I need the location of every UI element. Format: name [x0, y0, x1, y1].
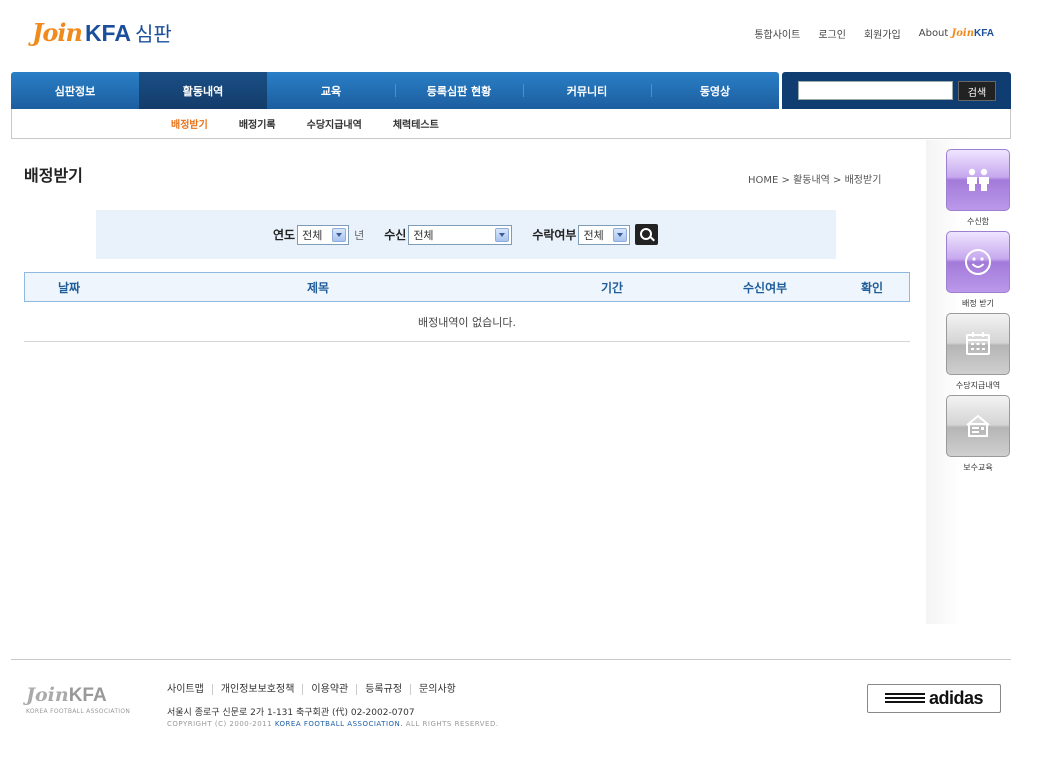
copyright-suffix: ALL RIGHTS RESERVED. [405, 720, 499, 728]
people-icon [967, 168, 989, 191]
logo-kfa-text: KFA [84, 20, 131, 46]
subnav-item-fitness-test[interactable]: 체력테스트 [393, 116, 439, 131]
copyright-prefix: COPYRIGHT (C) 2000-2011 [167, 720, 273, 728]
accept-label: 수락여부 [532, 228, 577, 242]
footer-logo-sub: KOREA FOOTBALL ASSOCIATION [26, 708, 131, 715]
about-link[interactable]: About JoinKFA [919, 28, 994, 39]
about-text: About [918, 28, 949, 39]
receive-select-value: 전체 [413, 228, 434, 242]
subnav-item-allowance-history[interactable]: 수당지급내역 [307, 116, 362, 131]
adidas-sponsor-logo[interactable]: adidas [867, 684, 1001, 713]
page-title: 배정받기 [24, 166, 83, 185]
about-kfa-text: KFA [974, 28, 994, 39]
quick-menu: 수신함 배정 받기 수당지급내역 보수교육 [926, 140, 1016, 624]
nav-item-referee-info[interactable]: 심판정보 [11, 72, 139, 109]
calendar-icon [966, 332, 990, 355]
footer-address: 서울시 종로구 신문로 2가 1-131 축구회관 (代) 02-2002-07… [167, 708, 415, 718]
column-date: 날짜 [58, 280, 81, 295]
smile-icon [965, 249, 991, 275]
footer-link-contact[interactable]: 문의사항 [410, 684, 464, 695]
table-header: 날짜 제목 기간 수신여부 확인 [24, 272, 910, 302]
quick-assignment-button[interactable] [946, 231, 1010, 293]
education-icon [966, 414, 990, 437]
search-button[interactable]: 검색 [958, 81, 996, 101]
column-confirm: 확인 [861, 280, 884, 295]
search-input[interactable] [798, 81, 953, 100]
column-period: 기간 [601, 280, 624, 295]
footer-link-sitemap[interactable]: 사이트맵 [167, 684, 212, 695]
quick-education-button[interactable] [946, 395, 1010, 457]
receive-label: 수신 [384, 228, 407, 242]
sub-navigation: 배정받기 배정기록 수당지급내역 체력테스트 [11, 109, 1011, 139]
copyright-org: KOREA FOOTBALL ASSOCIATION. [274, 720, 403, 728]
column-title: 제목 [307, 280, 330, 295]
footer-divider [11, 659, 1011, 660]
quick-education-label: 보수교육 [963, 463, 993, 472]
nav-item-registered-referees[interactable]: 등록심판 현황 [395, 72, 523, 109]
year-select-value: 전체 [302, 228, 323, 242]
receive-select[interactable]: 전체 [408, 224, 513, 245]
footer-copyright: COPYRIGHT (C) 2000-2011 KOREA FOOTBALL A… [167, 720, 499, 728]
footer-link-privacy[interactable]: 개인정보보호정책 [211, 684, 303, 695]
empty-table-message: 배정내역이 없습니다. [24, 302, 910, 342]
footer-link-terms[interactable]: 이용약관 [302, 684, 356, 695]
accept-select[interactable]: 전체 [578, 224, 631, 245]
year-label: 연도 [273, 228, 296, 242]
subnav-item-receive-assignment[interactable]: 배정받기 [171, 116, 208, 131]
chevron-down-icon [613, 227, 628, 242]
nav-item-activity[interactable]: 활동내역 [139, 72, 267, 109]
column-receive-status: 수신여부 [743, 280, 788, 295]
logo-join-text: Join [32, 18, 83, 47]
adidas-wordmark: adidas [928, 688, 984, 708]
nav-item-video[interactable]: 동영상 [651, 72, 779, 109]
about-join-text: Join [951, 28, 974, 39]
nav-item-education[interactable]: 교육 [267, 72, 395, 109]
login-link[interactable]: 로그인 [818, 26, 846, 41]
accept-select-value: 전체 [583, 228, 604, 242]
chevron-down-icon [495, 227, 510, 242]
footer-logo-join: Join [26, 684, 69, 706]
search-icon[interactable] [635, 224, 659, 245]
search-box: 검색 [782, 72, 1011, 109]
quick-allowance-label: 수당지급내역 [955, 381, 1001, 390]
quick-assignment-label: 배정 받기 [962, 299, 994, 308]
year-select[interactable]: 전체 [297, 224, 350, 245]
subnav-item-assignment-history[interactable]: 배정기록 [239, 116, 276, 131]
adidas-stripes-icon [884, 692, 925, 705]
footer-logo: JoinKFA KOREA FOOTBALL ASSOCIATION [26, 684, 130, 715]
integrated-site-link[interactable]: 통합사이트 [754, 26, 800, 41]
logo-suffix-text: 심판 [134, 22, 172, 46]
nav-item-community[interactable]: 커뮤니티 [523, 72, 651, 109]
breadcrumb: HOME > 활동내역 > 배정받기 [748, 175, 882, 186]
site-logo[interactable]: Join KFA 심판 [32, 18, 172, 47]
quick-inbox-label: 수신함 [966, 217, 990, 226]
quick-inbox-button[interactable] [946, 149, 1010, 211]
search-filter: 연도 전체 년 수신 전체 수락여부 전체 [96, 210, 836, 259]
top-utility-links: 통합사이트 로그인 회원가입 About JoinKFA [754, 26, 994, 41]
signup-link[interactable]: 회원가입 [864, 26, 901, 41]
chevron-down-icon [332, 227, 347, 242]
footer-link-registration-rules[interactable]: 등록규정 [356, 684, 410, 695]
quick-allowance-button[interactable] [946, 313, 1010, 375]
year-unit: 년 [354, 228, 365, 242]
footer-logo-kfa: KFA [68, 685, 107, 706]
footer-links: 사이트맵 개인정보보호정책 이용약관 등록규정 문의사항 [167, 684, 464, 695]
main-navigation: 심판정보 활동내역 교육 등록심판 현황 커뮤니티 동영상 [11, 72, 779, 109]
